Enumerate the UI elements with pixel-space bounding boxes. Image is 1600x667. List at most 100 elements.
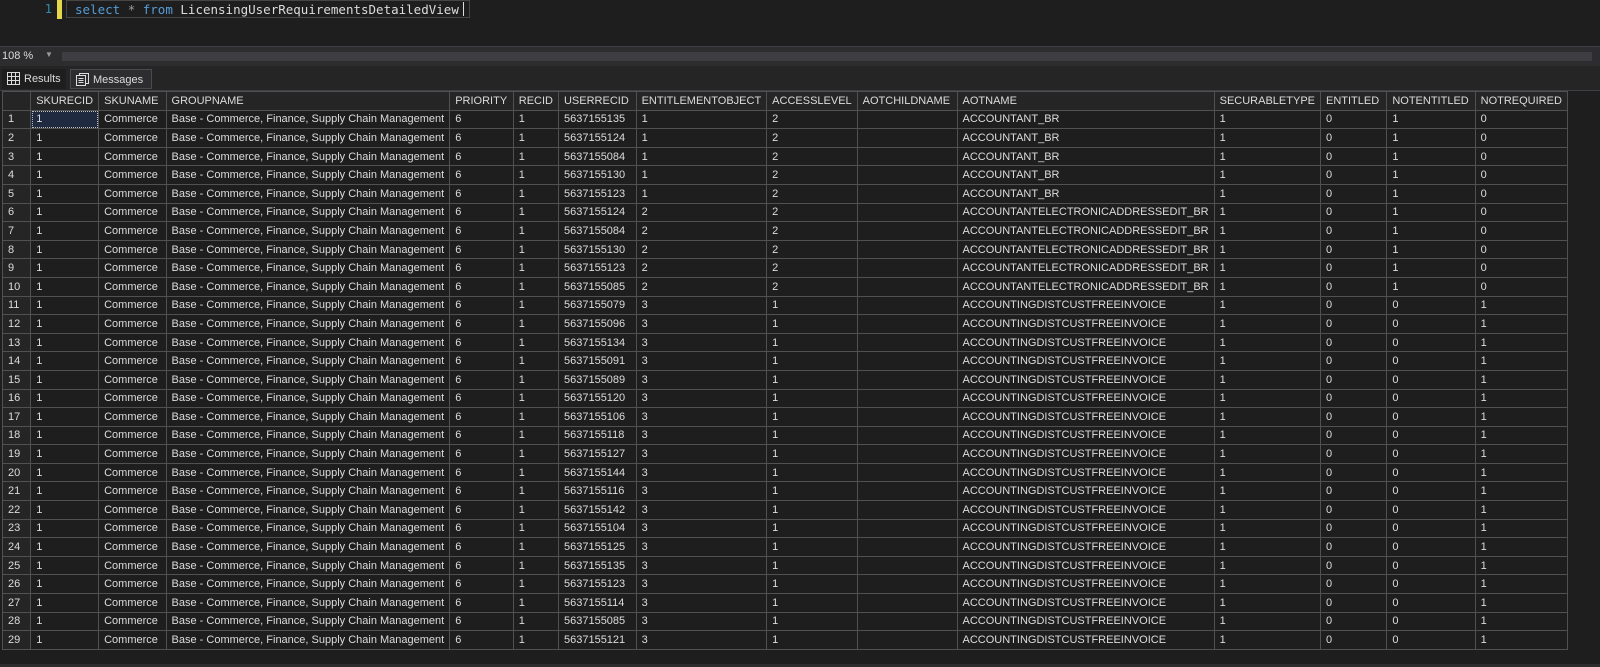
table-cell[interactable]: 2 (766, 202, 858, 223)
table-cell[interactable]: 1 (512, 239, 559, 260)
table-cell[interactable]: Commerce (98, 258, 167, 278)
tab-messages[interactable]: Messages (70, 69, 152, 89)
table-cell[interactable]: 1 (635, 128, 768, 148)
table-cell[interactable]: 1 (766, 407, 858, 427)
column-header[interactable]: SECURABLETYPE (1213, 91, 1322, 111)
table-cell[interactable]: 2 (766, 109, 858, 130)
table-cell[interactable]: 5637155089 (557, 369, 637, 390)
table-cell[interactable]: 0 (1386, 611, 1476, 632)
table-cell[interactable]: 2 (766, 239, 858, 260)
table-cell[interactable]: Base - Commerce, Finance, Supply Chain M… (165, 295, 451, 316)
table-cell[interactable]: 1 (30, 462, 100, 483)
table-cell[interactable]: 0 (1386, 518, 1476, 539)
table-row[interactable]: 11 1 Commerce Base - Commerce, Finance, Sup… (2, 295, 1568, 316)
table-cell[interactable]: 1 (1386, 276, 1476, 297)
table-cell[interactable]: ACCOUNTINGDISTCUSTFREEINVOICE (956, 593, 1215, 613)
table-cell[interactable]: 6 (449, 351, 514, 371)
column-header[interactable]: USERRECID (557, 91, 637, 111)
row-number[interactable]: 25 (2, 555, 32, 576)
table-cell[interactable]: ACCOUNTINGDISTCUSTFREEINVOICE (956, 537, 1215, 557)
table-cell[interactable] (856, 369, 958, 390)
table-cell[interactable]: Base - Commerce, Finance, Supply Chain M… (165, 500, 451, 520)
table-cell[interactable]: Commerce (98, 314, 167, 334)
table-cell[interactable]: 0 (1386, 407, 1476, 427)
row-number[interactable]: 6 (2, 202, 32, 223)
table-cell[interactable]: 2 (766, 128, 858, 148)
table-cell[interactable]: 1 (30, 407, 100, 427)
table-cell[interactable]: 5637155123 (557, 574, 637, 595)
table-cell[interactable]: 1 (30, 574, 100, 595)
row-number[interactable]: 19 (2, 444, 32, 464)
row-number[interactable]: 3 (2, 146, 32, 167)
table-cell[interactable] (856, 332, 958, 353)
table-cell[interactable]: 6 (449, 202, 514, 223)
table-row[interactable]: 15 1 Commerce Base - Commerce, Finance, Sup… (2, 369, 1568, 390)
table-cell[interactable]: ACCOUNTINGDISTCUSTFREEINVOICE (956, 369, 1215, 390)
table-cell[interactable]: 0 (1319, 593, 1388, 613)
table-cell[interactable]: 2 (635, 239, 768, 260)
table-cell[interactable]: 5637155118 (557, 425, 637, 446)
column-header[interactable]: NOTENTITLED (1386, 91, 1476, 111)
table-cell[interactable]: 0 (1319, 146, 1388, 167)
table-cell[interactable]: ACCOUNTINGDISTCUSTFREEINVOICE (956, 444, 1215, 464)
row-number[interactable]: 21 (2, 481, 32, 502)
table-cell[interactable]: 6 (449, 518, 514, 539)
table-cell[interactable]: 1 (766, 537, 858, 557)
table-cell[interactable]: 5637155123 (557, 183, 637, 204)
table-cell[interactable]: Base - Commerce, Finance, Supply Chain M… (165, 388, 451, 409)
table-cell[interactable]: ACCOUNTINGDISTCUSTFREEINVOICE (956, 481, 1215, 502)
table-cell[interactable]: 1 (1386, 258, 1476, 278)
table-cell[interactable]: 1 (1474, 630, 1568, 650)
table-cell[interactable]: 1 (635, 146, 768, 167)
table-cell[interactable] (856, 276, 958, 297)
table-cell[interactable]: 3 (635, 425, 768, 446)
column-header[interactable]: PRIORITY (449, 91, 514, 111)
table-cell[interactable]: 1 (1213, 611, 1322, 632)
table-cell[interactable]: 0 (1474, 183, 1568, 204)
table-cell[interactable]: 1 (1474, 425, 1568, 446)
table-cell[interactable] (856, 239, 958, 260)
table-cell[interactable]: 3 (635, 611, 768, 632)
table-cell[interactable]: 1 (1386, 202, 1476, 223)
table-cell[interactable]: 0 (1319, 407, 1388, 427)
table-cell[interactable]: ACCOUNTANTELECTRONICADDRESSEDIT_BR (956, 258, 1215, 278)
table-cell[interactable]: 2 (766, 183, 858, 204)
column-header[interactable]: GROUPNAME (165, 91, 451, 111)
table-cell[interactable]: ACCOUNTINGDISTCUSTFREEINVOICE (956, 425, 1215, 446)
table-cell[interactable]: Base - Commerce, Finance, Supply Chain M… (165, 425, 451, 446)
table-row[interactable]: 29 1 Commerce Base - Commerce, Finance, Sup… (2, 630, 1568, 650)
table-cell[interactable]: 5637155116 (557, 481, 637, 502)
table-cell[interactable]: 0 (1474, 146, 1568, 167)
row-number[interactable]: 26 (2, 574, 32, 595)
table-cell[interactable]: 1 (30, 369, 100, 390)
table-row[interactable]: 28 1 Commerce Base - Commerce, Finance, Sup… (2, 611, 1568, 632)
table-cell[interactable]: 1 (512, 146, 559, 167)
table-cell[interactable]: 6 (449, 537, 514, 557)
row-number[interactable]: 5 (2, 183, 32, 204)
row-number[interactable]: 11 (2, 295, 32, 316)
table-cell[interactable]: ACCOUNTINGDISTCUSTFREEINVOICE (956, 500, 1215, 520)
table-cell[interactable]: 1 (1213, 444, 1322, 464)
table-cell[interactable]: Commerce (98, 462, 167, 483)
row-number[interactable]: 7 (2, 221, 32, 241)
table-cell[interactable]: 1 (1474, 351, 1568, 371)
table-cell[interactable]: 0 (1319, 462, 1388, 483)
table-cell[interactable]: 1 (766, 462, 858, 483)
table-cell[interactable]: 2 (766, 258, 858, 278)
table-cell[interactable]: 2 (766, 221, 858, 241)
table-cell[interactable]: Base - Commerce, Finance, Supply Chain M… (165, 369, 451, 390)
table-cell[interactable]: 1 (1213, 295, 1322, 316)
table-cell[interactable]: 1 (512, 388, 559, 409)
row-number[interactable]: 24 (2, 537, 32, 557)
table-cell[interactable]: 6 (449, 258, 514, 278)
table-cell[interactable] (856, 555, 958, 576)
table-cell[interactable]: 1 (635, 109, 768, 130)
table-cell[interactable]: ACCOUNTINGDISTCUSTFREEINVOICE (956, 314, 1215, 334)
table-cell[interactable]: 1 (766, 369, 858, 390)
table-cell[interactable]: 0 (1319, 388, 1388, 409)
table-cell[interactable]: 0 (1319, 221, 1388, 241)
table-cell[interactable]: 5637155084 (557, 146, 637, 167)
table-cell[interactable]: 0 (1386, 481, 1476, 502)
table-cell[interactable]: 1 (1213, 500, 1322, 520)
table-cell[interactable]: ACCOUNTANTELECTRONICADDRESSEDIT_BR (956, 276, 1215, 297)
